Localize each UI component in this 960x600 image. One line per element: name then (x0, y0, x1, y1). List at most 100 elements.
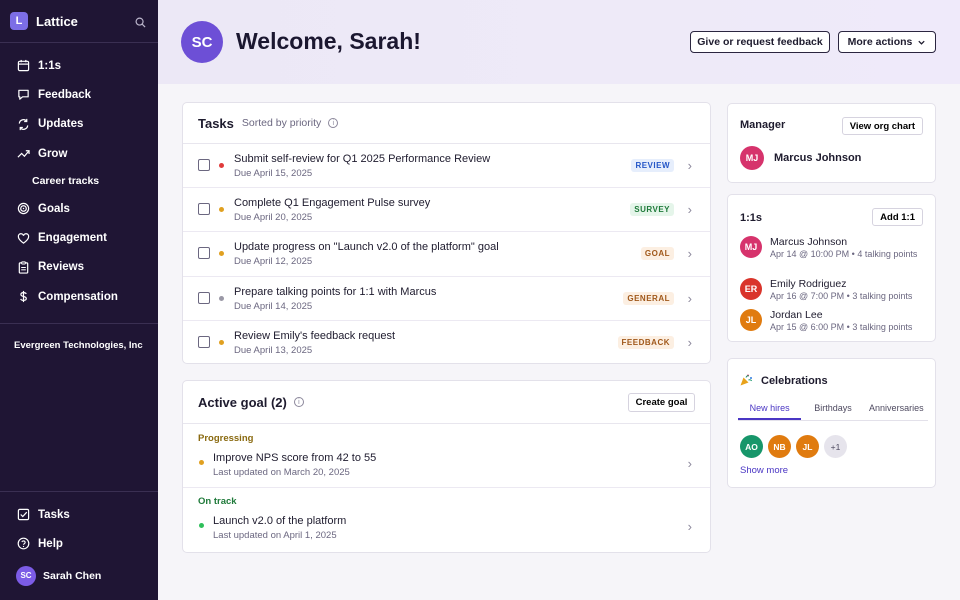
priority-dot (219, 251, 224, 257)
task-title[interactable]: Complete Q1 Engagement Pulse survey (234, 197, 430, 209)
sidebar-item-tasks[interactable]: Tasks (0, 500, 158, 529)
celebrations-card: Celebrations New hires Birthdays Anniver… (727, 358, 936, 488)
task-title[interactable]: Prepare talking points for 1:1 with Marc… (234, 286, 436, 298)
task-checkbox[interactable] (198, 335, 210, 348)
one-on-one-name[interactable]: Emily Rodriguez (770, 278, 846, 290)
sidebar-item-label: Grow (38, 147, 68, 160)
clipboard-icon (16, 260, 30, 274)
chevron-right-icon[interactable]: › (688, 335, 692, 350)
show-more-link[interactable]: Show more (740, 465, 788, 476)
more-actions-button[interactable]: More actions (838, 31, 936, 53)
chevron-down-icon (918, 40, 926, 45)
manager-name[interactable]: Marcus Johnson (774, 152, 861, 164)
task-title[interactable]: Update progress on "Launch v2.0 of the p… (234, 241, 499, 253)
task-checkbox[interactable] (198, 203, 210, 216)
goal-status-label: On track (183, 487, 710, 507)
task-checkbox[interactable] (198, 291, 210, 304)
task-due-date: Due April 13, 2025 (234, 344, 313, 356)
task-list: Submit self-review for Q1 2025 Performan… (183, 144, 710, 365)
one-on-one-name[interactable]: Marcus Johnson (770, 236, 847, 248)
task-type-badge: SURVEY (630, 203, 674, 217)
app-name[interactable]: Lattice (36, 14, 78, 29)
checkbox-icon (16, 508, 30, 522)
tasks-card: Tasks Sorted by priority i Submit self-r… (182, 102, 711, 364)
task-type-badge: GENERAL (623, 291, 674, 305)
tasks-header: Tasks Sorted by priority i (183, 103, 710, 144)
goal-title[interactable]: Launch v2.0 of the platform (213, 515, 346, 527)
task-title[interactable]: Review Emily's feedback request (234, 330, 395, 342)
sidebar-item-label: Feedback (38, 88, 92, 101)
avatar: SC (181, 21, 223, 63)
chevron-right-icon[interactable]: › (688, 519, 692, 534)
task-row[interactable]: Prepare talking points for 1:1 with Marc… (183, 277, 710, 321)
sidebar-item-compensation[interactable]: Compensation (0, 282, 158, 311)
task-row[interactable]: Review Emily's feedback request Due April… (183, 321, 710, 365)
sidebar-item-label: Goals (38, 202, 70, 215)
brand: L Lattice (0, 0, 158, 43)
goal-status-label: Progressing (198, 433, 254, 444)
party-popper-icon (739, 373, 753, 392)
page-title: Welcome, Sarah! (236, 28, 421, 54)
sidebar-item-updates[interactable]: Updates (0, 110, 158, 139)
task-row[interactable]: Update progress on "Launch v2.0 of the p… (183, 232, 710, 277)
sidebar-nav: 1:1s Feedback Updates Grow Career tracks… (0, 43, 158, 311)
task-type-badge: FEEDBACK (617, 335, 674, 349)
task-row[interactable]: Complete Q1 Engagement Pulse survey Due A… (183, 188, 710, 233)
one-on-ones-card: 1:1s Add 1:1 MJ Marcus Johnson Apr 14 @ 10… (727, 194, 936, 342)
sidebar-item-career-tracks[interactable]: Career tracks (0, 168, 158, 194)
chevron-right-icon[interactable]: › (688, 246, 692, 261)
create-goal-button[interactable]: Create goal (628, 393, 695, 412)
refresh-icon (16, 117, 30, 131)
chevron-right-icon[interactable]: › (688, 291, 692, 306)
view-org-chart-button[interactable]: View org chart (841, 117, 923, 135)
sidebar-item-label: Reviews (38, 261, 85, 274)
task-title[interactable]: Submit self-review for Q1 2025 Performan… (234, 153, 490, 165)
task-checkbox[interactable] (198, 247, 210, 260)
sidebar-item-label: Compensation (38, 290, 118, 303)
search-icon[interactable] (135, 15, 146, 33)
add-1on1-button[interactable]: Add 1:1 (872, 208, 923, 226)
goal-title[interactable]: Improve NPS score from 42 to 55 (213, 452, 376, 464)
avatar[interactable]: JL (796, 435, 819, 458)
more-count-badge[interactable]: +1 (824, 435, 847, 458)
sidebar-item-label: Updates (38, 118, 84, 131)
chevron-right-icon[interactable]: › (688, 202, 692, 217)
avatar[interactable]: AO (740, 435, 763, 458)
goal-list: Progressing Improve NPS score from 42 to … (183, 424, 710, 550)
sidebar-item-reviews[interactable]: Reviews (0, 253, 158, 282)
goal-row[interactable]: Launch v2.0 of the platform Last updated … (183, 507, 710, 550)
goal-updated: Last updated on April 1, 2025 (213, 530, 337, 541)
sidebar-item-feedback[interactable]: Feedback (0, 80, 158, 109)
task-type-badge: GOAL (640, 247, 674, 261)
task-row[interactable]: Submit self-review for Q1 2025 Performan… (183, 144, 710, 189)
chevron-right-icon[interactable]: › (688, 158, 692, 173)
tab-birthdays[interactable]: Birthdays (801, 399, 864, 420)
sidebar-item-label: Help (38, 537, 63, 550)
current-user[interactable]: SC Sarah Chen (0, 559, 158, 593)
organization-name[interactable]: Evergreen Technologies, Inc (0, 323, 158, 351)
sidebar-item-engagement[interactable]: Engagement (0, 223, 158, 252)
tab-new-hires[interactable]: New hires (738, 399, 802, 420)
status-dot (199, 523, 204, 528)
lattice-logo-icon[interactable]: L (10, 12, 28, 30)
info-icon[interactable]: i (293, 397, 304, 407)
tab-anniversaries[interactable]: Anniversaries (865, 399, 928, 420)
one-on-one-meta: Apr 15 @ 6:00 PM • 3 talking points (770, 322, 913, 332)
task-checkbox[interactable] (198, 159, 210, 171)
one-on-one-name[interactable]: Jordan Lee (770, 309, 823, 321)
goal-row[interactable]: Improve NPS score from 42 to 55 Last upda… (183, 444, 710, 487)
sidebar-item-label: Engagement (38, 232, 108, 245)
chevron-right-icon[interactable]: › (688, 456, 692, 471)
calendar-icon (16, 59, 30, 73)
info-icon[interactable]: i (328, 118, 339, 128)
sidebar-item-grow[interactable]: Grow (0, 139, 158, 168)
user-name: Sarah Chen (43, 569, 102, 582)
sidebar-item-1on1s[interactable]: 1:1s (0, 51, 158, 80)
sidebar-item-goals[interactable]: Goals (0, 194, 158, 223)
avatar[interactable]: NB (768, 435, 791, 458)
sidebar-item-help[interactable]: Help (0, 529, 158, 558)
manager-card: Manager View org chart MJ Marcus Johnson (727, 103, 936, 183)
give-feedback-button[interactable]: Give or request feedback (690, 31, 830, 53)
celebrations-tabs: New hires Birthdays Anniversaries (738, 399, 928, 421)
task-due-date: Due April 14, 2025 (234, 300, 313, 312)
